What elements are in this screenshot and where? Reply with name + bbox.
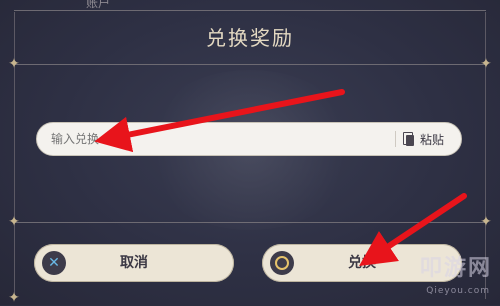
dialog-title: 兑换奖励 xyxy=(206,26,294,50)
corner-star-icon: ✦ xyxy=(8,56,20,72)
corner-star-icon: ✦ xyxy=(480,56,492,72)
redeem-dialog: 账户 ✦ ✦ ✦ ✦ ✦ 兑换奖励 粘贴 ✕ 取消 兑换 叩游网 Qieyou.… xyxy=(0,0,500,305)
redeem-code-field[interactable]: 粘贴 xyxy=(36,122,462,156)
redeem-code-input[interactable] xyxy=(51,123,381,155)
input-divider xyxy=(395,131,396,147)
corner-star-icon: ✦ xyxy=(480,214,492,230)
paste-icon xyxy=(403,132,415,146)
frame-top-line xyxy=(14,10,486,11)
corner-star-icon: ✦ xyxy=(8,214,20,230)
paste-label: 粘贴 xyxy=(420,132,445,147)
site-watermark: 叩游网 xyxy=(419,256,492,281)
cancel-label: 取消 xyxy=(120,255,148,271)
corner-star-icon: ✦ xyxy=(8,290,20,306)
site-watermark-url: Qieyou.com xyxy=(426,286,490,296)
cancel-button[interactable]: ✕ 取消 xyxy=(34,244,234,282)
paste-button[interactable]: 粘贴 xyxy=(403,123,459,155)
title-divider xyxy=(14,64,486,65)
